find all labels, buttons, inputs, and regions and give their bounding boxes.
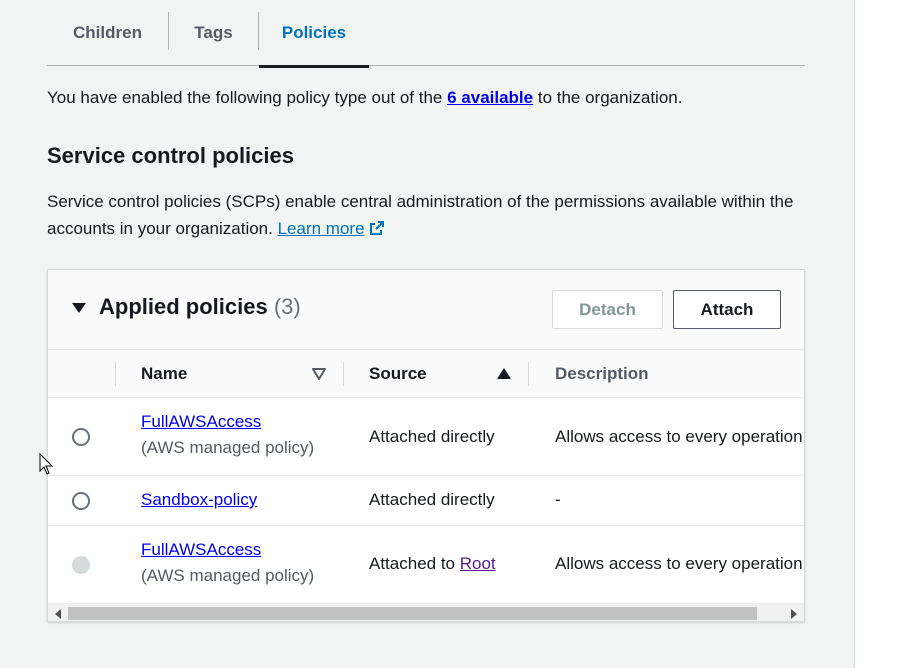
column-divider bbox=[115, 362, 116, 386]
detach-button[interactable]: Detach bbox=[552, 290, 663, 329]
tab-children[interactable]: Children bbox=[47, 0, 168, 66]
column-header-source[interactable]: Source bbox=[369, 350, 427, 398]
description-cell: - bbox=[555, 490, 561, 509]
panel-title-text: Applied policies bbox=[99, 294, 268, 319]
description-cell: Allows access to every operation bbox=[555, 427, 803, 446]
mouse-pointer-icon bbox=[39, 453, 53, 475]
scroll-left-icon[interactable] bbox=[55, 609, 61, 619]
horizontal-scrollbar[interactable] bbox=[48, 603, 804, 621]
intro-prefix: You have enabled the following policy ty… bbox=[47, 88, 448, 107]
panel-header: Applied policies (3) Detach Attach bbox=[48, 270, 804, 350]
policy-type-label: (AWS managed policy) bbox=[141, 566, 315, 585]
panel-count: (3) bbox=[273, 294, 301, 319]
scroll-right-icon[interactable] bbox=[791, 609, 797, 619]
right-side-panel bbox=[854, 0, 900, 668]
source-cell: Attached directly bbox=[369, 427, 495, 446]
policy-name-link[interactable]: Sandbox-policy bbox=[141, 490, 257, 510]
root-link[interactable]: Root bbox=[460, 554, 496, 573]
policy-name-link[interactable]: FullAWSAccess bbox=[141, 540, 314, 560]
section-description: Service control policies (SCPs) enable c… bbox=[47, 188, 812, 242]
row-radio[interactable] bbox=[72, 428, 90, 446]
available-policy-types-link[interactable]: 6 available bbox=[447, 88, 533, 107]
applied-policies-panel: Applied policies (3) Detach Attach Name … bbox=[47, 269, 805, 622]
policy-name-cell: FullAWSAccess (AWS managed policy) bbox=[141, 412, 314, 458]
policy-name-cell: Sandbox-policy bbox=[141, 490, 257, 510]
tab-policies[interactable]: Policies bbox=[259, 0, 369, 68]
sort-ascending-icon[interactable] bbox=[497, 368, 511, 379]
tab-tags[interactable]: Tags bbox=[169, 0, 258, 66]
learn-more-link[interactable]: Learn more bbox=[278, 219, 385, 238]
source-cell: Attached directly bbox=[369, 490, 495, 509]
table-header: Name Source Description bbox=[48, 350, 804, 398]
source-text: Attached to bbox=[369, 554, 460, 573]
column-header-description[interactable]: Description bbox=[555, 350, 649, 398]
table-row[interactable]: Sandbox-policy Attached directly - bbox=[48, 476, 804, 526]
learn-more-label: Learn more bbox=[277, 219, 365, 238]
caret-down-icon[interactable] bbox=[72, 303, 86, 313]
column-divider bbox=[528, 362, 529, 386]
panel-title: Applied policies (3) bbox=[99, 294, 301, 320]
row-radio[interactable] bbox=[72, 492, 90, 510]
external-link-icon bbox=[369, 221, 384, 235]
section-title: Service control policies bbox=[47, 143, 294, 168]
tab-bar: Children Tags Policies bbox=[47, 0, 805, 68]
table-row[interactable]: FullAWSAccess (AWS managed policy) Attac… bbox=[48, 398, 804, 476]
source-cell: Attached to Root bbox=[369, 554, 496, 574]
description-text: Service control policies (SCPs) enable c… bbox=[47, 192, 794, 238]
policy-type-label: (AWS managed policy) bbox=[141, 438, 315, 457]
column-header-name[interactable]: Name bbox=[141, 350, 187, 398]
table-row[interactable]: FullAWSAccess (AWS managed policy) Attac… bbox=[48, 526, 804, 603]
scrollbar-thumb[interactable] bbox=[68, 607, 757, 620]
sort-descending-icon[interactable] bbox=[312, 367, 326, 381]
description-cell: Allows access to every operation bbox=[555, 554, 803, 573]
attach-button[interactable]: Attach bbox=[673, 290, 781, 329]
policy-name-link[interactable]: FullAWSAccess bbox=[141, 412, 314, 432]
row-radio-disabled bbox=[72, 556, 90, 574]
intro-suffix: to the organization. bbox=[533, 88, 683, 107]
column-divider bbox=[343, 362, 344, 386]
policy-type-intro: You have enabled the following policy ty… bbox=[47, 88, 682, 108]
policy-name-cell: FullAWSAccess (AWS managed policy) bbox=[141, 540, 314, 586]
